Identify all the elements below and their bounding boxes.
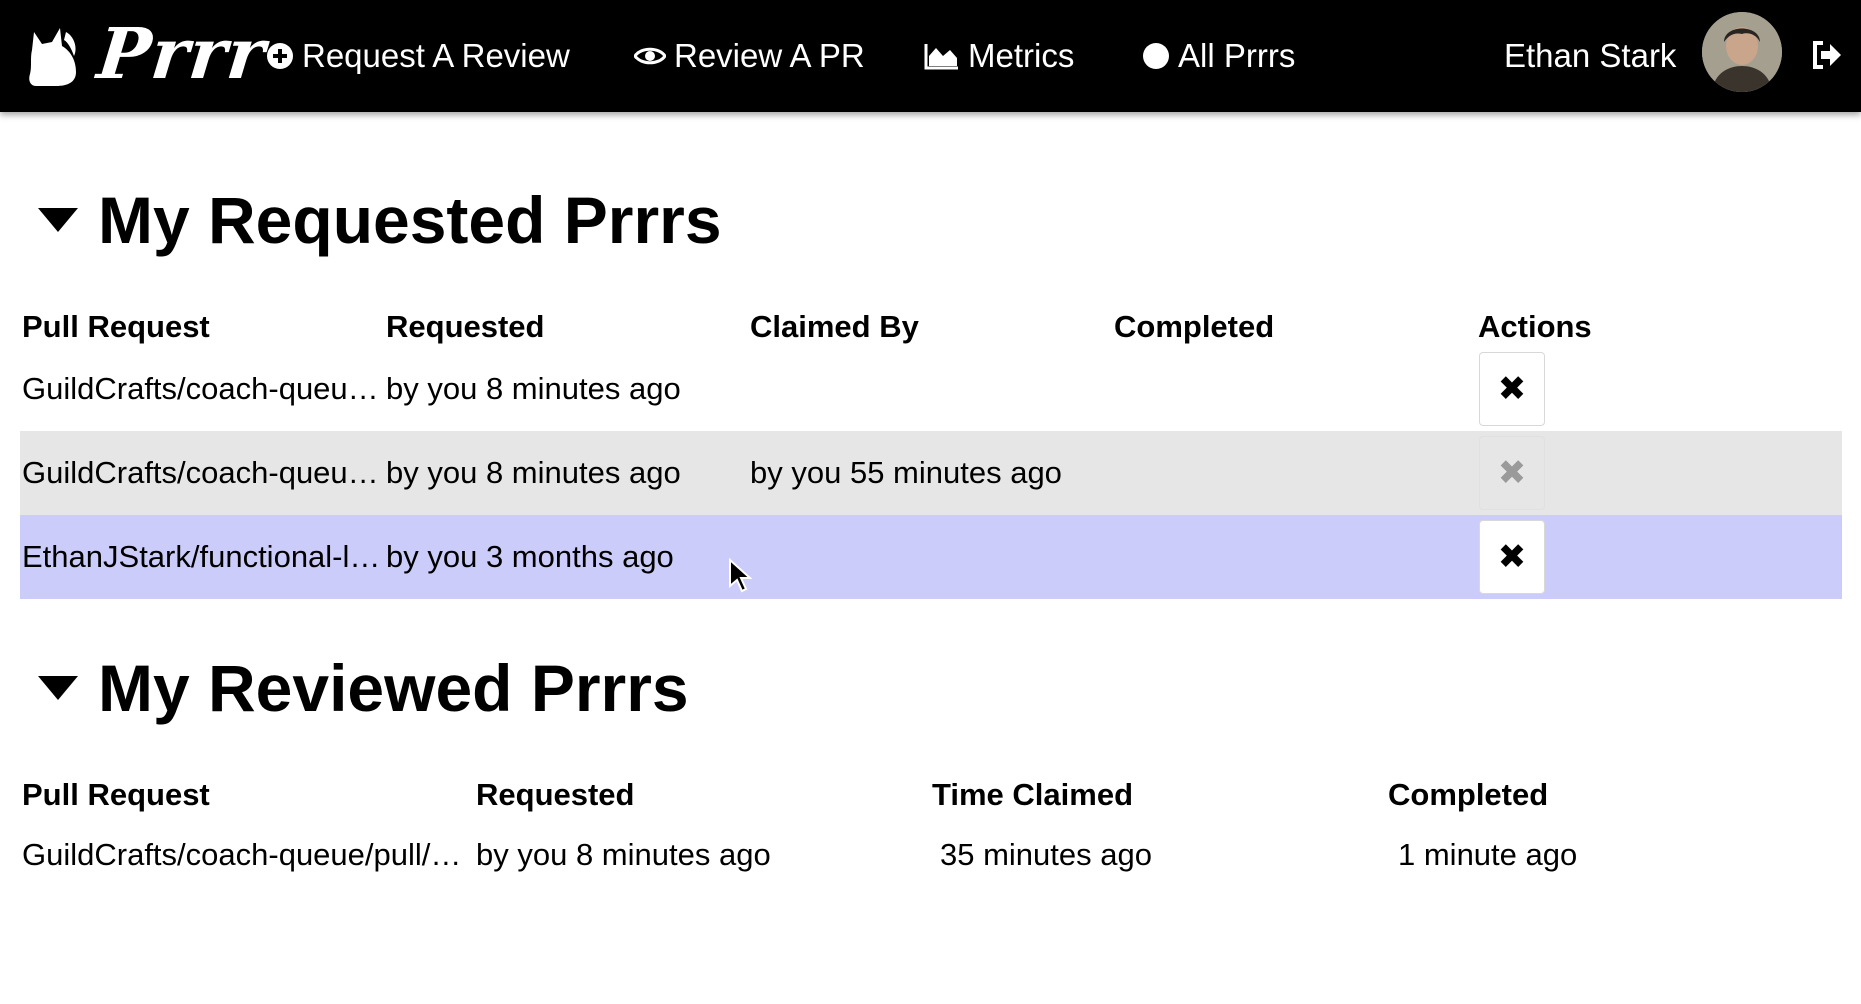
completed-time: 1 minute ago	[1398, 837, 1578, 872]
close-icon: ✖	[1497, 370, 1527, 408]
requested-header-claimed-by: Claimed By	[750, 309, 919, 344]
sign-out-icon[interactable]	[1810, 38, 1844, 72]
plus-circle-icon	[267, 43, 293, 69]
completed-time	[1114, 347, 1478, 431]
user-name: Ethan Stark	[1504, 37, 1677, 74]
nav-review-pr-label: Review A PR	[674, 37, 865, 74]
reviewed-header-requested: Requested	[476, 777, 635, 812]
requested-time: by you 8 minutes ago	[386, 455, 681, 490]
nav-metrics-label: Metrics	[968, 37, 1075, 74]
requested-section-title: My Requested Prrrs	[98, 183, 722, 257]
nav-all-prrrs-label: All Prrrs	[1178, 37, 1296, 74]
nav-request-review[interactable]: Request A Review	[266, 33, 570, 79]
top-navbar: Prrr Request A Review Review A PR Metric…	[0, 0, 1861, 112]
nav-metrics[interactable]: Metrics	[924, 33, 1074, 79]
delete-request-button[interactable]: ✖	[1479, 520, 1545, 594]
reviewed-header-time-claimed: Time Claimed	[932, 777, 1134, 812]
requested-section-toggle[interactable]: My Requested Prrrs	[38, 180, 722, 260]
claimed-by: by you 55 minutes ago	[750, 455, 1062, 490]
claimed-by	[750, 515, 1114, 599]
delete-request-button-disabled: ✖	[1479, 436, 1545, 510]
caret-down-icon	[38, 208, 78, 232]
requested-header-requested: Requested	[386, 309, 545, 344]
eye-icon	[634, 47, 666, 65]
reviewed-header-pull-request: Pull Request	[22, 777, 210, 812]
pull-request-link[interactable]: GuildCrafts/coach-queue/pull/…	[22, 431, 386, 515]
nav-request-review-label: Request A Review	[302, 37, 570, 74]
avatar-image	[1702, 12, 1782, 92]
requested-header-pull-request: Pull Request	[22, 309, 210, 344]
reviewed-section-title: My Reviewed Prrrs	[98, 651, 689, 725]
completed-time	[1114, 431, 1478, 515]
requested-header-actions: Actions	[1478, 309, 1592, 344]
completed-time	[1114, 515, 1478, 599]
pull-request-link[interactable]: GuildCrafts/coach-queue/pull/…	[22, 347, 386, 431]
requested-time: by you 3 months ago	[386, 539, 674, 574]
cat-logo-icon[interactable]	[26, 22, 82, 88]
mouse-pointer-icon	[729, 558, 752, 593]
brand-logo-text[interactable]: Prrr	[94, 12, 270, 95]
nav-review-pr[interactable]: Review A PR	[634, 33, 865, 79]
pull-request-link[interactable]: EthanJStark/functional-light-js/…	[22, 515, 386, 599]
nav-all-prrrs[interactable]: All Prrrs	[1142, 33, 1295, 79]
table-row: GuildCrafts/coach-queue/pull/… by you 8 …	[20, 347, 1842, 431]
time-claimed: 35 minutes ago	[940, 837, 1152, 872]
pull-request-link[interactable]: GuildCrafts/coach-queue/pull/…	[22, 813, 476, 897]
circle-icon	[1143, 43, 1169, 69]
area-chart-icon	[924, 44, 958, 70]
table-row: EthanJStark/functional-light-js/… by you…	[20, 515, 1842, 599]
delete-request-button[interactable]: ✖	[1479, 352, 1545, 426]
avatar[interactable]	[1702, 12, 1782, 92]
table-row: GuildCrafts/coach-queue/pull/… by you 8 …	[20, 813, 1842, 897]
requested-time: by you 8 minutes ago	[476, 837, 771, 872]
close-icon: ✖	[1497, 538, 1527, 576]
claimed-by	[750, 347, 1114, 431]
close-icon: ✖	[1497, 454, 1527, 492]
reviewed-header-completed: Completed	[1388, 777, 1549, 812]
requested-header-completed: Completed	[1114, 309, 1275, 344]
requested-time: by you 8 minutes ago	[386, 371, 681, 406]
caret-down-icon	[38, 676, 78, 700]
reviewed-section-toggle[interactable]: My Reviewed Prrrs	[38, 648, 689, 728]
table-row: GuildCrafts/coach-queue/pull/… by you 8 …	[20, 431, 1842, 515]
